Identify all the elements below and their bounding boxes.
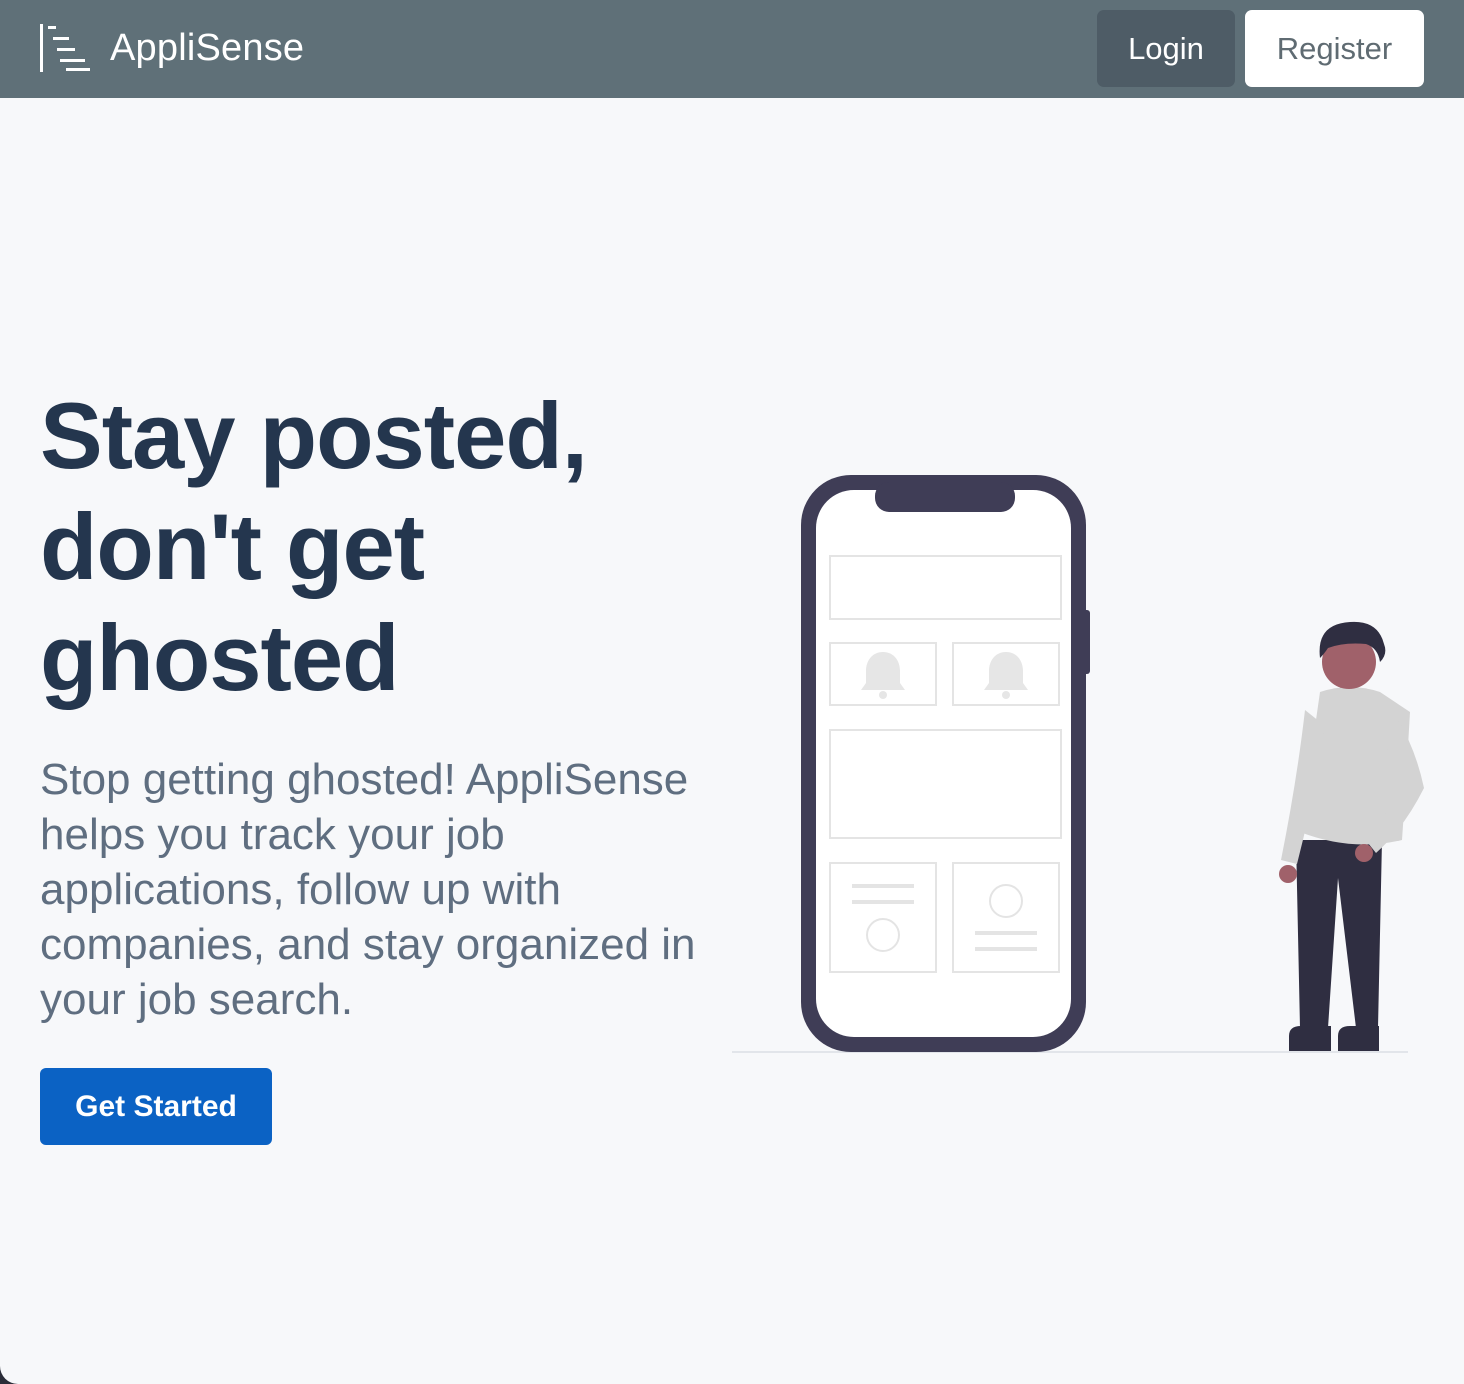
register-button[interactable]: Register bbox=[1245, 10, 1424, 87]
hero-description: Stop getting ghosted! AppliSense helps y… bbox=[40, 755, 696, 1024]
person-figure bbox=[1279, 621, 1424, 1051]
list-lines-icon bbox=[40, 24, 90, 72]
hero-title: Stay posted, don't get ghosted bbox=[40, 383, 588, 710]
brand-link[interactable]: AppliSense bbox=[38, 22, 304, 74]
landing-page: AppliSense Login Register Stay posted, d… bbox=[0, 0, 1464, 1384]
navbar: AppliSense Login Register bbox=[0, 0, 1464, 98]
brand-name: AppliSense bbox=[110, 26, 305, 69]
get-started-button[interactable]: Get Started bbox=[40, 1068, 272, 1145]
login-button[interactable]: Login bbox=[1097, 10, 1235, 87]
phone-person-illustration bbox=[732, 475, 1424, 1053]
